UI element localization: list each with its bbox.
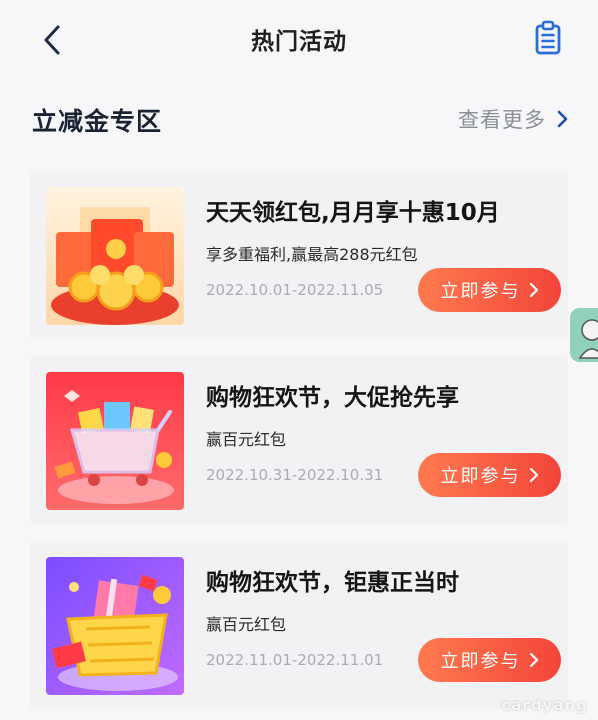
card-date-range: 2022.10.31-2022.10.31 (206, 466, 384, 484)
card-title: 天天领红包,月月享十惠10月 (206, 200, 500, 226)
view-more-link[interactable]: 查看更多 (458, 104, 570, 134)
shopping-cart-image (46, 372, 184, 510)
view-more-label: 查看更多 (458, 108, 546, 132)
card-date-range: 2022.11.01-2022.11.01 (206, 651, 384, 669)
activity-card[interactable]: 天天领红包,月月享十惠10月 享多重福利,赢最高288元红包 2022.10.0… (30, 171, 568, 339)
top-nav-bar: 热门活动 (0, 0, 598, 80)
join-button[interactable]: 立即参与 (418, 453, 561, 497)
chevron-right-icon (529, 467, 538, 483)
join-button-label: 立即参与 (440, 466, 521, 487)
join-button[interactable]: 立即参与 (418, 638, 561, 682)
activity-card[interactable]: 购物狂欢节，钜惠正当时 赢百元红包 2022.11.01-2022.11.01 … (30, 541, 568, 709)
floating-assistant-widget[interactable] (570, 308, 598, 362)
chevron-right-icon (557, 110, 568, 128)
assistant-avatar-icon (570, 308, 598, 362)
card-subtitle: 享多重福利,赢最高288元红包 (206, 245, 418, 264)
card-subtitle: 赢百元红包 (206, 430, 287, 449)
activity-card[interactable]: 购物狂欢节，大促抢先享 赢百元红包 2022.10.31-2022.10.31 … (30, 356, 568, 524)
chevron-right-icon (529, 282, 538, 298)
join-button-label: 立即参与 (440, 651, 521, 672)
chevron-right-icon (529, 652, 538, 668)
card-title: 购物狂欢节，大促抢先享 (206, 385, 459, 411)
join-button-label: 立即参与 (440, 281, 521, 302)
card-title: 购物狂欢节，钜惠正当时 (206, 570, 459, 596)
watermark-text: cardyang (501, 696, 588, 714)
section-header: 立减金专区 查看更多 (0, 98, 598, 142)
red-envelope-coins-image (46, 187, 184, 325)
clipboard-icon[interactable] (528, 18, 568, 58)
page-title: 热门活动 (251, 29, 347, 55)
section-title: 立减金专区 (32, 107, 163, 136)
card-subtitle: 赢百元红包 (206, 615, 287, 634)
card-date-range: 2022.10.01-2022.11.05 (206, 281, 384, 299)
gift-basket-image (46, 557, 184, 695)
join-button[interactable]: 立即参与 (418, 268, 561, 312)
